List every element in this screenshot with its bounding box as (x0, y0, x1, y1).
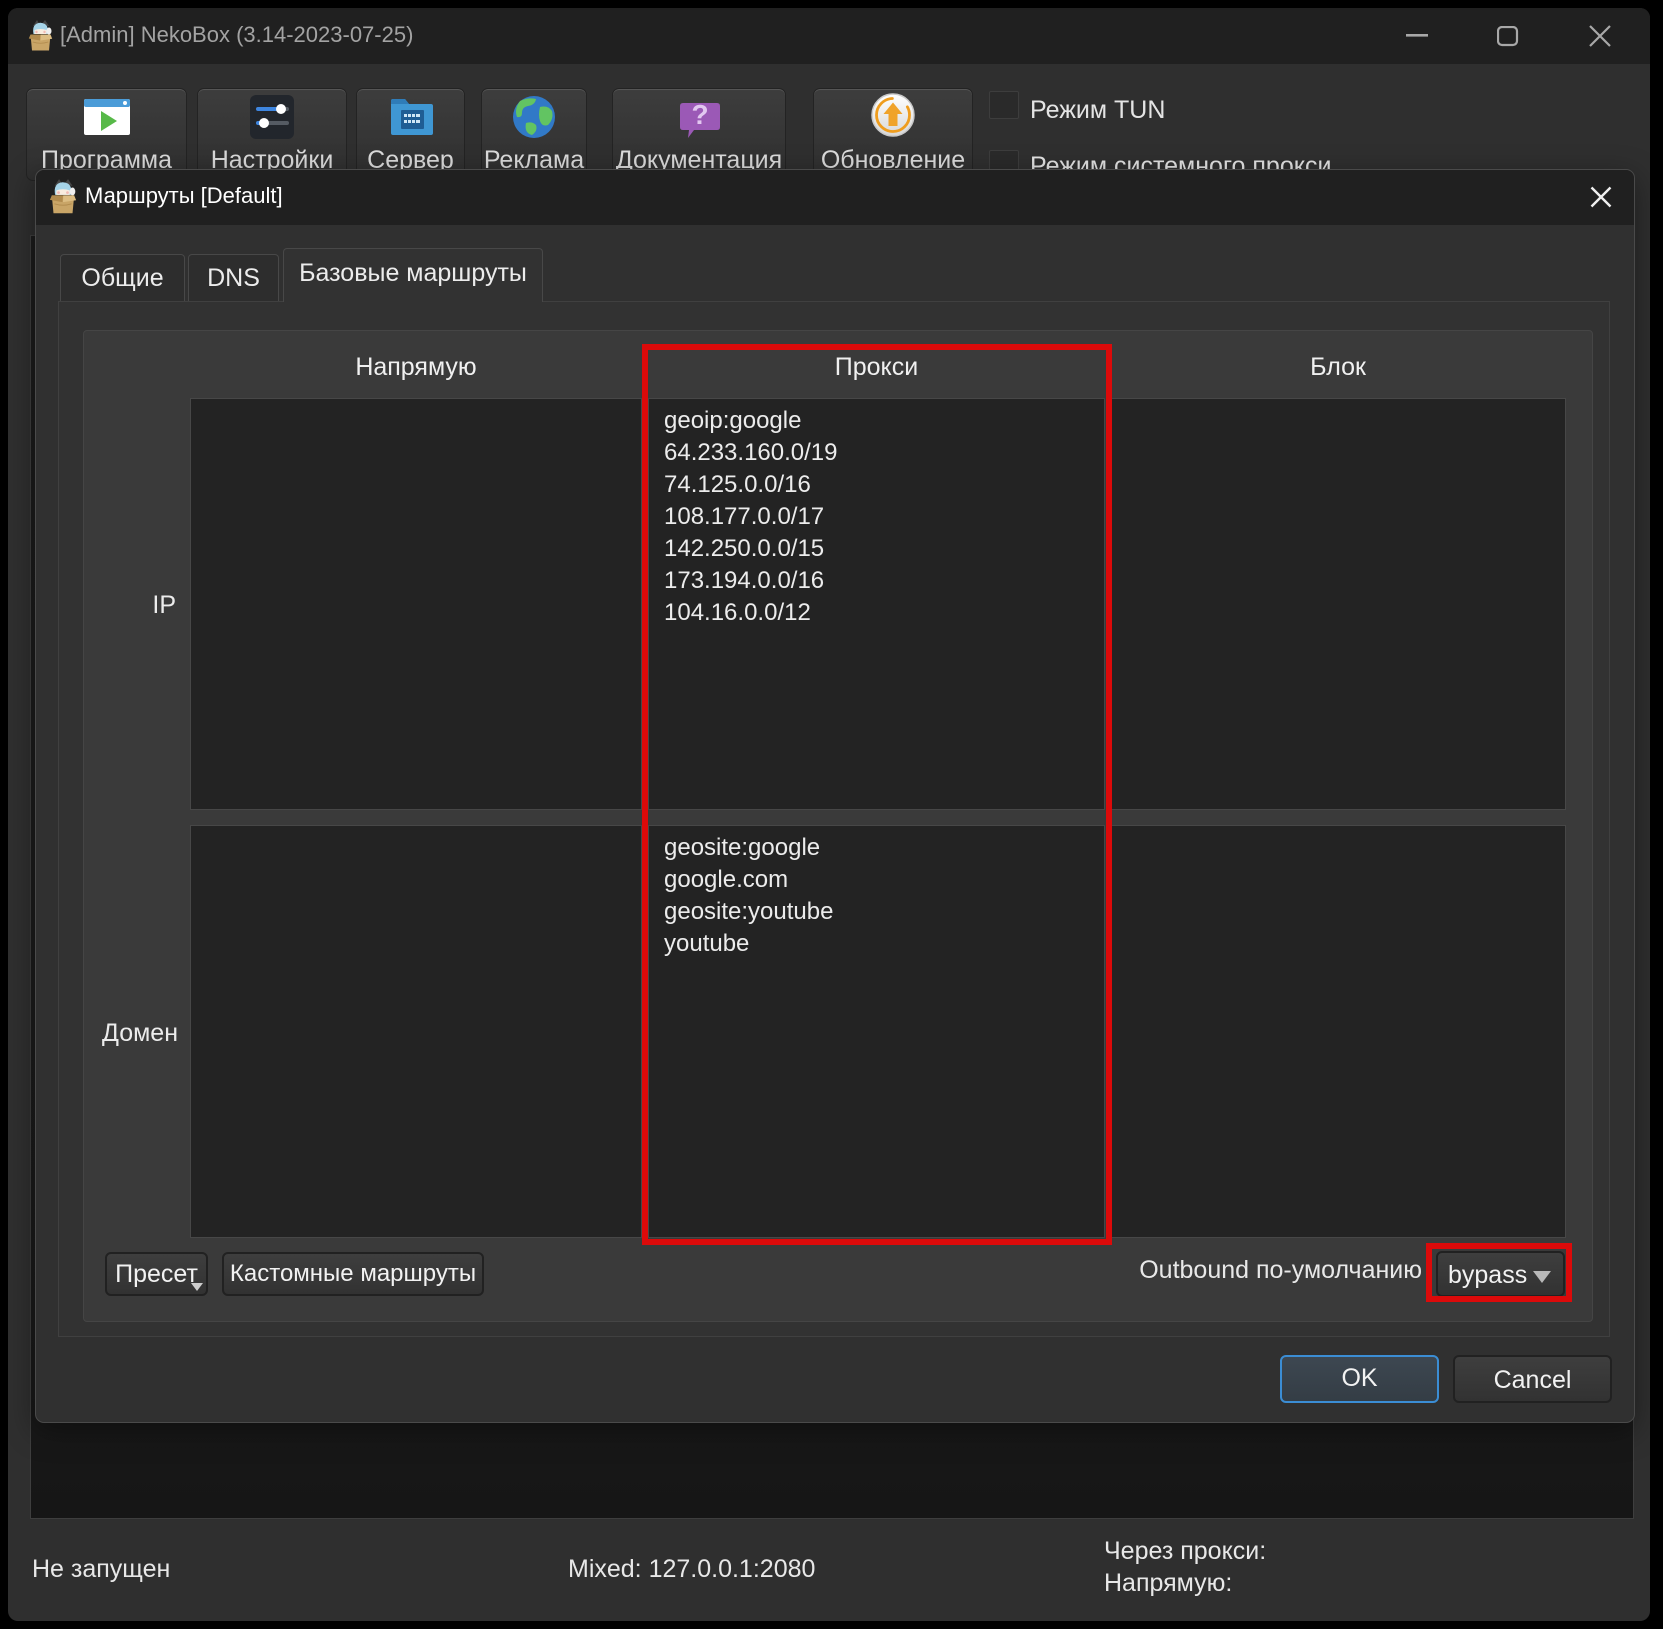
svg-text:?: ? (691, 99, 708, 130)
